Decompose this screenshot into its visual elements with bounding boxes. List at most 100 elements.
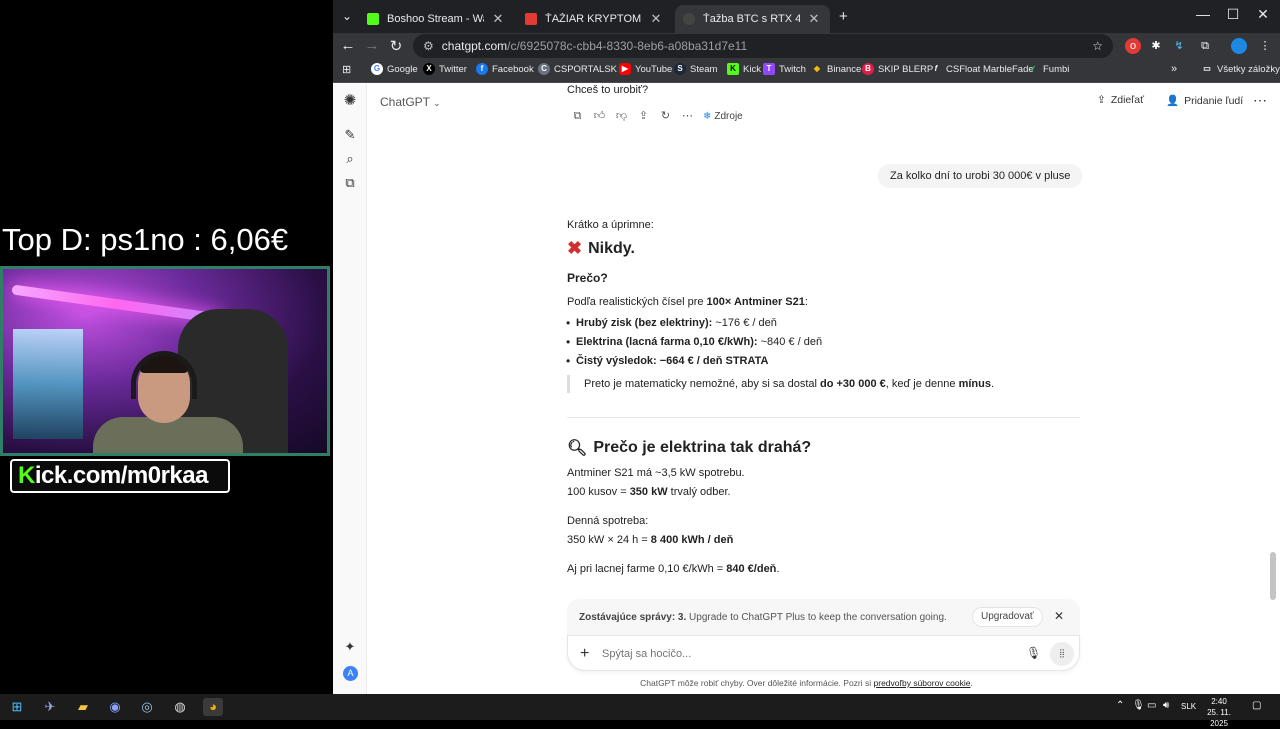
twitch-icon: T — [763, 63, 775, 75]
bookmark-skip-blerp[interactable]: B SKIP BLERP — [862, 63, 933, 75]
bookmark-twitch[interactable]: T Twitch — [763, 63, 806, 75]
voice-mode-icon[interactable]: ⦙⦙ — [1050, 642, 1074, 666]
more-options-icon[interactable]: ⋯ — [1253, 92, 1267, 109]
browser-menu-icon[interactable]: ⋮ — [1257, 38, 1273, 54]
notifications-icon[interactable]: ▢ — [1252, 700, 1261, 711]
tab-search-icon[interactable]: ⌄ — [342, 9, 352, 23]
bookmark-google[interactable]: G Google — [371, 63, 418, 75]
tab-boshoo[interactable]: Boshoo Stream - Watch Live on ✕ — [359, 5, 514, 33]
library-icon[interactable]: ⧉ — [341, 174, 359, 192]
search-icon[interactable]: ⌕ — [341, 150, 359, 168]
list-item: Hrubý zisk (bez elektriny): ~176 € / deň — [566, 316, 777, 330]
ext-icon-2[interactable]: ✱ — [1148, 38, 1164, 54]
realistic-line: Podľa realistických čísel pre 100× Antmi… — [567, 296, 808, 308]
sources-button[interactable]: ❄︎ Zdroje — [703, 111, 743, 122]
window-close-icon[interactable]: ✕ — [1248, 6, 1278, 23]
bookmarks-overflow-icon[interactable]: » — [1171, 63, 1177, 75]
upgrade-button[interactable]: Upgradovať — [972, 607, 1043, 627]
prompt-input[interactable] — [602, 645, 1002, 663]
person-icon: 👤 — [1166, 95, 1180, 107]
tray-chevron-icon[interactable]: ⌃ — [1116, 700, 1124, 711]
model-selector[interactable]: ChatGPT ⌄ — [380, 95, 441, 109]
bookmark-twitter[interactable]: X Twitter — [423, 63, 467, 75]
scrollbar-thumb[interactable] — [1270, 552, 1276, 600]
all-bookmarks[interactable]: ▭ Všetky záložky — [1201, 63, 1280, 75]
close-tab-icon[interactable]: ✕ — [648, 11, 664, 27]
chatgpt-favicon-icon — [683, 13, 695, 25]
pinned-app-icon[interactable]: ✈ — [40, 698, 60, 716]
forward-icon[interactable]: → — [362, 37, 382, 54]
bookmark-kick[interactable]: K Kick — [727, 63, 761, 75]
ext-icon-3[interactable]: ↯ — [1171, 38, 1187, 54]
microphone-tray-icon[interactable]: 🎙︎ — [1132, 700, 1145, 711]
file-explorer-icon[interactable]: ▰ — [73, 698, 93, 716]
previous-assistant-line: Chceš to urobiť? — [567, 84, 649, 96]
banner-text: Zostávajúce správy: 3. Upgrade to ChatGP… — [579, 612, 947, 623]
cookie-preferences-link[interactable]: predvoľby súborov cookie — [874, 678, 971, 688]
maximize-icon[interactable]: ☐ — [1218, 6, 1248, 23]
copy-icon[interactable]: ⧉ — [567, 109, 588, 123]
thumbs-down-icon[interactable]: 👎︎ — [611, 109, 632, 123]
list-item: Elektrina (lacná farma 0,10 €/kWh): ~840… — [566, 335, 822, 349]
binance-icon: ◆ — [813, 64, 821, 73]
chatgpt-page: ✺ ✎ ⌕ ⧉ ✦ A ChatGPT ⌄ ⇪ Zdieľať 👤 Pridanie… — [333, 84, 1280, 694]
close-tab-icon[interactable]: ✕ — [806, 11, 822, 27]
close-icon[interactable]: ✕ — [1054, 609, 1064, 623]
tab-taziar[interactable]: ŤAŽIAR KRYPTOMIEN BEÚDRŽI ✕ — [517, 5, 672, 33]
more-actions-icon[interactable]: ⋯ — [677, 109, 698, 123]
opera-ext-icon[interactable]: o — [1125, 38, 1141, 54]
share-message-icon[interactable]: ⇪ — [633, 109, 654, 123]
site-info-icon[interactable]: ⚙ — [423, 39, 434, 53]
close-tab-icon[interactable]: ✕ — [490, 11, 506, 27]
sparkle-icon[interactable]: ✦ — [341, 638, 359, 656]
chrome-taskbar-icon[interactable]: ◕ — [203, 698, 223, 716]
reload-icon[interactable]: ↻ — [386, 37, 406, 55]
why-heading: Prečo? — [567, 271, 608, 285]
message-actions: ⧉ 👍︎ 👎︎ ⇪ ↻ ⋯ ❄︎ Zdroje — [567, 109, 743, 123]
sources-icon: ❄︎ — [703, 110, 712, 122]
add-people-button[interactable]: 👤 Pridanie ľudí — [1166, 94, 1243, 108]
language-indicator[interactable]: SLK — [1181, 702, 1196, 711]
network-icon[interactable]: ▭ — [1147, 700, 1156, 711]
clock[interactable]: 2:40 25. 11. 2025 — [1198, 696, 1240, 729]
pc-case — [13, 329, 83, 439]
minimize-icon[interactable]: — — [1188, 6, 1218, 22]
youtube-icon: ▶ — [619, 63, 631, 75]
tab-tazba-active[interactable]: Ťažba BTC s RTX 4060 Ti ✕ — [675, 5, 830, 33]
share-button[interactable]: ⇪ Zdieľať — [1097, 94, 1144, 106]
apps-grid-icon[interactable]: ⊞ — [342, 63, 351, 76]
browser-toolbar: ← → ↻ ⚙ chatgpt.com/c/6925078c-cbb4-8330… — [333, 33, 1280, 59]
cross-mark-icon: ✖ — [567, 238, 583, 258]
new-chat-icon[interactable]: ✎ — [341, 126, 359, 144]
list-item: Čistý výsledok: −664 € / deň STRATA — [566, 354, 768, 368]
back-icon[interactable]: ← — [338, 37, 358, 54]
bookmark-steam[interactable]: S Steam — [674, 63, 717, 75]
tab-strip: ⌄ Boshoo Stream - Watch Live on ✕ ŤAŽIAR… — [333, 0, 1280, 33]
bookmark-fumbi[interactable]: ✓ Fumbi — [1027, 63, 1070, 75]
profile-avatar-icon[interactable] — [1231, 38, 1247, 54]
stream-overlay: Top D: ps1no : 6,06€ Kick.com/m0rkaa — [0, 0, 333, 694]
bookmark-csportal[interactable]: C CSPORTALSK :) — [538, 63, 625, 75]
disclaimer: ChatGPT môže robiť chyby. Over dôležité … — [640, 678, 973, 688]
bookmark-binance[interactable]: ◆ Binance — [811, 63, 861, 75]
thumbs-up-icon[interactable]: 👍︎ — [589, 109, 610, 123]
discord-icon[interactable]: ◉ — [105, 698, 125, 716]
taskbar: ⊞ ✈ ▰ ◉ ◎ ◍ ◕ ⌃ 🎙︎ ▭ 🔊︎ SLK 2:40 25. 11. … — [0, 694, 1280, 728]
extensions-puzzle-icon[interactable]: ⧉ — [1197, 38, 1213, 54]
microphone-icon[interactable]: 🎙︎ — [1026, 646, 1041, 660]
new-tab-icon[interactable]: + — [839, 8, 848, 25]
blerp-icon: B — [862, 63, 874, 75]
bookmark-star-icon[interactable]: ☆ — [1092, 39, 1103, 53]
regenerate-icon[interactable]: ↻ — [655, 109, 676, 123]
windows-start-icon[interactable]: ⊞ — [7, 698, 27, 716]
bookmark-csfloat[interactable]: f CSFloat MarbleFade — [930, 63, 1034, 75]
bookmark-facebook[interactable]: f Facebook — [476, 63, 534, 75]
openai-logo-icon[interactable]: ✺ — [341, 92, 359, 110]
bookmark-youtube[interactable]: ▶ YouTube — [619, 63, 672, 75]
address-bar[interactable]: ⚙ chatgpt.com/c/6925078c-cbb4-8330-8eb6-… — [413, 34, 1113, 58]
steam-taskbar-icon[interactable]: ◎ — [137, 698, 157, 716]
attach-plus-icon[interactable]: + — [580, 645, 589, 663]
volume-icon[interactable]: 🔊︎ — [1163, 700, 1169, 711]
answer-intro: Krátko a úprimne: — [567, 219, 654, 231]
obs-icon[interactable]: ◍ — [170, 698, 190, 716]
